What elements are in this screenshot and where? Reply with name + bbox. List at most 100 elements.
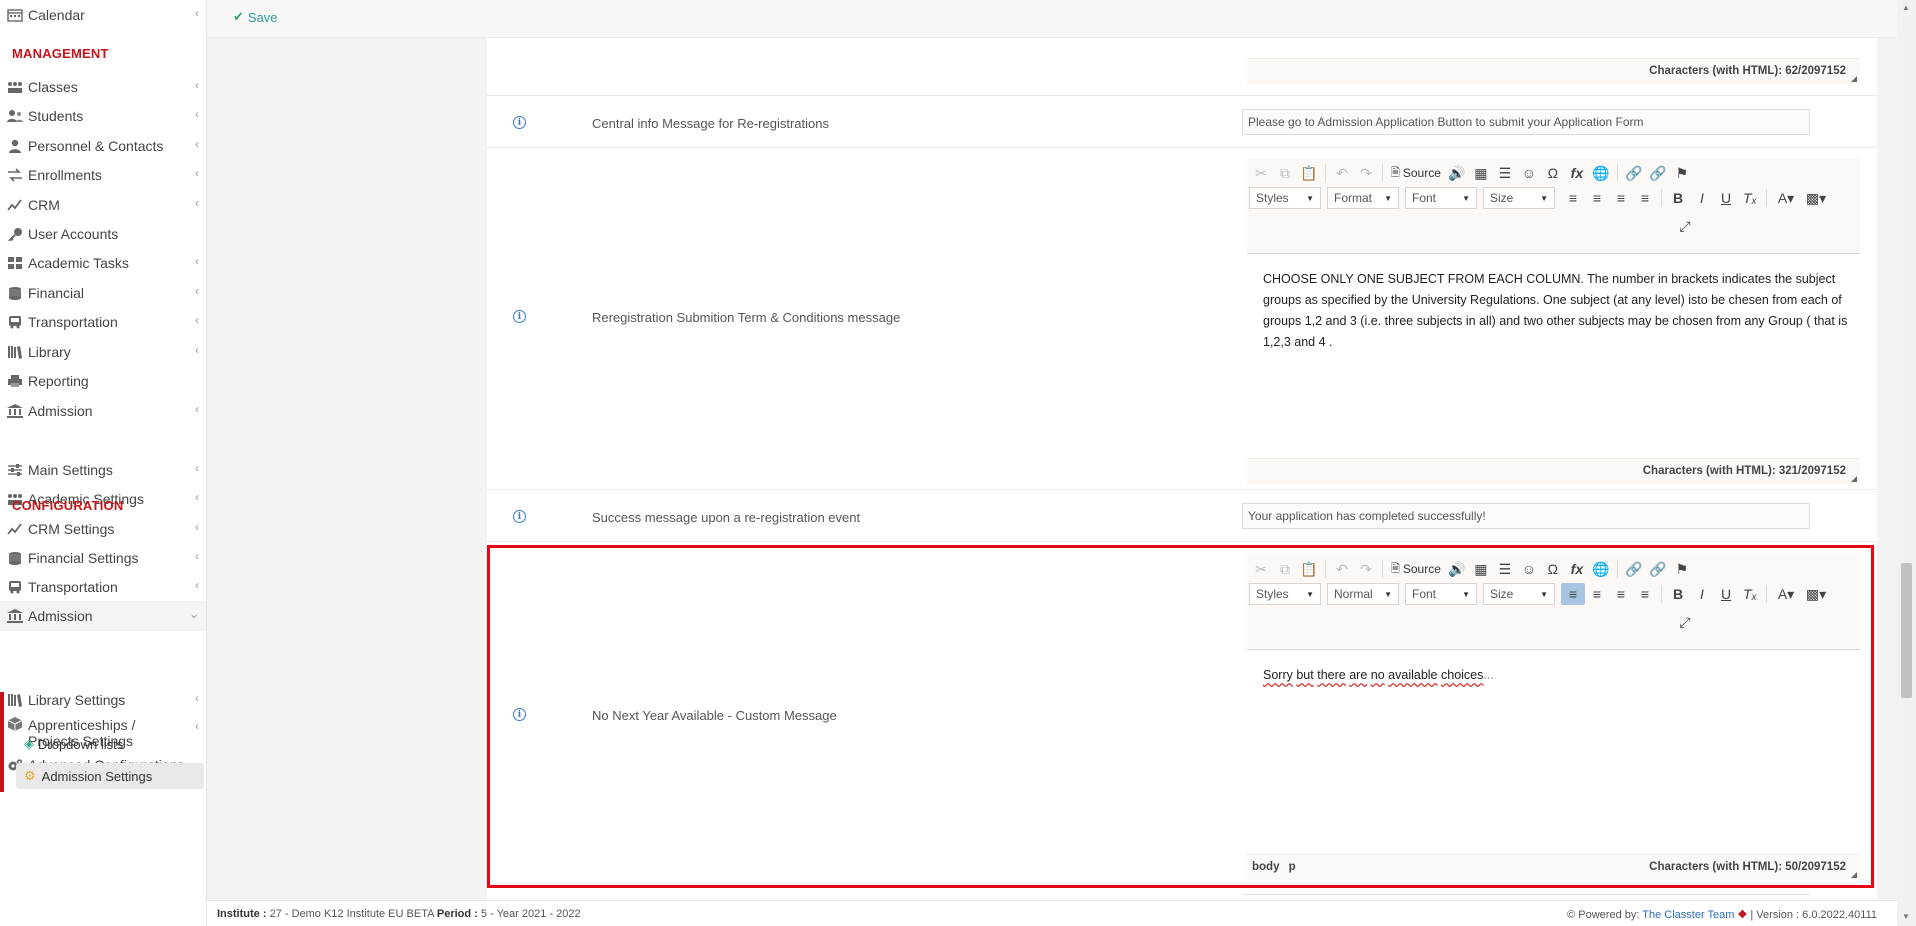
maximize-icon[interactable]: ⤢ [1673,611,1697,633]
resize-handle[interactable] [1851,872,1857,878]
font-dropdown[interactable]: Font ▼ [1405,583,1477,605]
underline-icon[interactable]: U [1714,583,1738,605]
source-button[interactable]: 🗎 Source [1387,162,1445,184]
size-dropdown[interactable]: Size ▼ [1483,187,1555,209]
info-icon[interactable]: i [513,116,526,129]
rich-text-editor[interactable]: ✂ ⧉ 📋 ↶ ↷ 🗎 Source 🔊 ▦ ☰ ☺ Ω fx 🌐 🔗 🔗 ⚑ … [1247,554,1860,880]
copy-icon[interactable]: ⧉ [1273,558,1297,580]
size-dropdown[interactable]: Size ▼ [1483,583,1555,605]
scroll-up-icon[interactable]: ▲ [1902,3,1910,12]
copy-icon[interactable]: ⧉ [1273,162,1297,184]
background-color-icon[interactable]: ▩▾ [1801,187,1831,209]
cut-icon[interactable]: ✂ [1249,162,1273,184]
align-right-icon[interactable]: ≡ [1609,583,1633,605]
sidebar-item-admission[interactable]: Admission ‹ [0,396,206,426]
text-color-icon[interactable]: A▾ [1771,583,1801,605]
horizontal-line-icon[interactable]: ☰ [1493,162,1517,184]
special-char-icon[interactable]: Ω [1541,162,1565,184]
sidebar-item-library-settings[interactable]: Library Settings ‹ [0,685,206,715]
italic-icon[interactable]: I [1690,187,1714,209]
sidebar-subitem-dropdown-lists[interactable]: ◈ Dropdown lists [16,731,204,757]
sidebar-item-calendar[interactable]: Calendar ‹ [0,0,206,30]
align-center-icon[interactable]: ≡ [1585,583,1609,605]
maximize-icon[interactable]: ⤢ [1673,215,1697,237]
sidebar-subitem-admission-settings[interactable]: ⚙ Admission Settings [16,763,204,789]
clear-format-icon[interactable]: Tₓ [1738,583,1762,605]
editor-content[interactable]: Sorry but there are no available choices… [1263,665,1848,686]
sidebar-item-transportation[interactable]: Transportation ‹ [0,307,206,337]
paste-icon[interactable]: 📋 [1297,558,1321,580]
redo-icon[interactable]: ↷ [1354,162,1378,184]
sidebar-item-classes[interactable]: Classes ‹ [0,72,206,102]
sidebar-item-main-settings[interactable]: Main Settings ‹ [0,455,206,485]
element-path[interactable]: body p [1252,861,1296,873]
horizontal-line-icon[interactable]: ☰ [1493,558,1517,580]
link-icon[interactable]: 🔗 [1622,558,1646,580]
central-info-input[interactable] [1242,109,1810,135]
audio-icon[interactable]: 🔊 [1445,162,1469,184]
table-icon[interactable]: ▦ [1469,558,1493,580]
format-dropdown[interactable]: Format ▼ [1327,187,1399,209]
info-icon[interactable]: i [513,708,526,721]
editor-content[interactable]: CHOOSE ONLY ONE SUBJECT FROM EACH COLUMN… [1263,269,1848,353]
text-color-icon[interactable]: A▾ [1771,187,1801,209]
align-right-icon[interactable]: ≡ [1609,187,1633,209]
styles-dropdown[interactable]: Styles ▼ [1249,583,1321,605]
flag-icon[interactable]: ⚑ [1670,162,1694,184]
paste-icon[interactable]: 📋 [1297,162,1321,184]
source-button[interactable]: 🗎 Source [1387,558,1445,580]
save-button[interactable]: ✔ Save [233,9,278,25]
sidebar-item-financial-settings[interactable]: Financial Settings ‹ [0,543,206,573]
info-icon[interactable]: i [513,510,526,523]
unlink-icon[interactable]: 🔗 [1646,162,1670,184]
sidebar-item-crm[interactable]: CRM ‹ [0,190,206,220]
justify-icon[interactable]: ≡ [1633,583,1657,605]
smiley-icon[interactable]: ☺ [1517,558,1541,580]
sidebar-item-transportation[interactable]: Transportation ‹ [0,572,206,602]
clear-format-icon[interactable]: Tₓ [1738,187,1762,209]
resize-handle[interactable] [1851,76,1857,82]
smiley-icon[interactable]: ☺ [1517,162,1541,184]
link-icon[interactable]: 🔗 [1622,162,1646,184]
sidebar-item-library[interactable]: Library ‹ [0,337,206,367]
cut-icon[interactable]: ✂ [1249,558,1273,580]
formula-icon[interactable]: fx [1565,558,1589,580]
font-dropdown[interactable]: Font ▼ [1405,187,1477,209]
justify-icon[interactable]: ≡ [1633,187,1657,209]
globe-icon[interactable]: 🌐 [1589,162,1613,184]
redo-icon[interactable]: ↷ [1354,558,1378,580]
sidebar-item-enrollments[interactable]: Enrollments ‹ [0,160,206,190]
sidebar-item-user-accounts[interactable]: User Accounts [0,219,206,249]
align-center-icon[interactable]: ≡ [1585,187,1609,209]
sidebar-item-personnel-contacts[interactable]: Personnel & Contacts ‹ [0,131,206,161]
undo-icon[interactable]: ↶ [1330,162,1354,184]
formula-icon[interactable]: fx [1565,162,1589,184]
scrollbar-thumb[interactable] [1901,563,1912,698]
sidebar-item-admission[interactable]: Admission ⌄ [0,601,206,631]
sidebar-item-financial[interactable]: Financial ‹ [0,278,206,308]
flag-icon[interactable]: ⚑ [1670,558,1694,580]
sidebar-item-academic-tasks[interactable]: Academic Tasks ‹ [0,248,206,278]
sidebar-item-reporting[interactable]: Reporting [0,366,206,396]
format-dropdown[interactable]: Normal ▼ [1327,583,1399,605]
classter-team-link[interactable]: The Classter Team [1642,909,1734,921]
background-color-icon[interactable]: ▩▾ [1801,583,1831,605]
italic-icon[interactable]: I [1690,583,1714,605]
sidebar-item-crm-settings[interactable]: CRM Settings ‹ [0,514,206,544]
info-icon[interactable]: i [513,310,526,323]
scroll-down-icon[interactable]: ▼ [1902,912,1910,921]
styles-dropdown[interactable]: Styles ▼ [1249,187,1321,209]
bold-icon[interactable]: B [1666,583,1690,605]
audio-icon[interactable]: 🔊 [1445,558,1469,580]
undo-icon[interactable]: ↶ [1330,558,1354,580]
special-char-icon[interactable]: Ω [1541,558,1565,580]
underline-icon[interactable]: U [1714,187,1738,209]
resize-handle[interactable] [1851,476,1857,482]
bold-icon[interactable]: B [1666,187,1690,209]
align-left-icon[interactable]: ≡ [1561,187,1585,209]
table-icon[interactable]: ▦ [1469,162,1493,184]
rich-text-editor[interactable]: ✂ ⧉ 📋 ↶ ↷ 🗎 Source 🔊 ▦ ☰ ☺ Ω fx 🌐 🔗 🔗 ⚑ … [1247,158,1860,484]
align-left-icon[interactable]: ≡ [1561,583,1585,605]
success-message-input[interactable] [1242,503,1810,529]
sidebar-item-students[interactable]: Students ‹ [0,101,206,131]
